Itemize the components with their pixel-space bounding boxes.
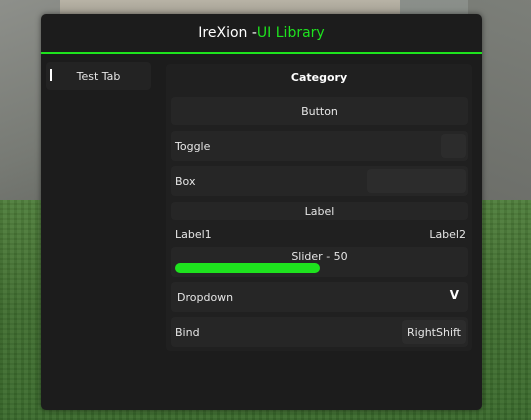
keybind: Bind RightShift [171,317,468,347]
tab-selected-indicator [50,69,52,81]
window-titlebar[interactable]: IreXion - UI Library [41,14,482,52]
category-section: Category Button Toggle Box Label Label1 … [166,64,472,351]
toggle-label: Toggle [175,139,211,153]
box-input[interactable] [367,169,466,193]
window-title: IreXion - [198,25,257,41]
ui-library-window: IreXion - UI Library Test Tab Category B… [41,14,482,410]
button[interactable]: Button [171,97,468,125]
dropdown-label: Dropdown [177,291,234,304]
slider[interactable]: Slider - 50 [171,247,468,277]
dual-label-right: Label2 [429,228,466,241]
label: Label [171,202,468,220]
chevron-down-icon[interactable]: V [450,288,459,302]
bind-label: Bind [175,326,200,339]
tab-label: Test Tab [76,69,121,83]
section-title: Category [290,70,348,84]
box-label: Box [175,174,196,188]
tab-test-tab[interactable]: Test Tab [46,62,151,90]
slider-track[interactable] [175,263,464,273]
textbox-row: Box [171,166,468,196]
dual-label: Label1 Label2 [171,226,468,244]
toggle[interactable]: Toggle [171,131,468,161]
dropdown[interactable]: Dropdown V [171,282,468,312]
toggle-switch[interactable] [441,134,466,158]
title-accent-line [41,52,482,54]
label-text: Label [304,204,335,218]
slider-label: Slider - 50 [291,250,348,263]
tab-list: Test Tab [46,62,151,90]
window-title-accent: UI Library [256,25,325,41]
button-label: Button [301,104,338,118]
dual-label-left: Label1 [175,228,212,241]
slider-fill[interactable] [175,263,320,273]
bind-key-button[interactable]: RightShift [402,320,466,344]
